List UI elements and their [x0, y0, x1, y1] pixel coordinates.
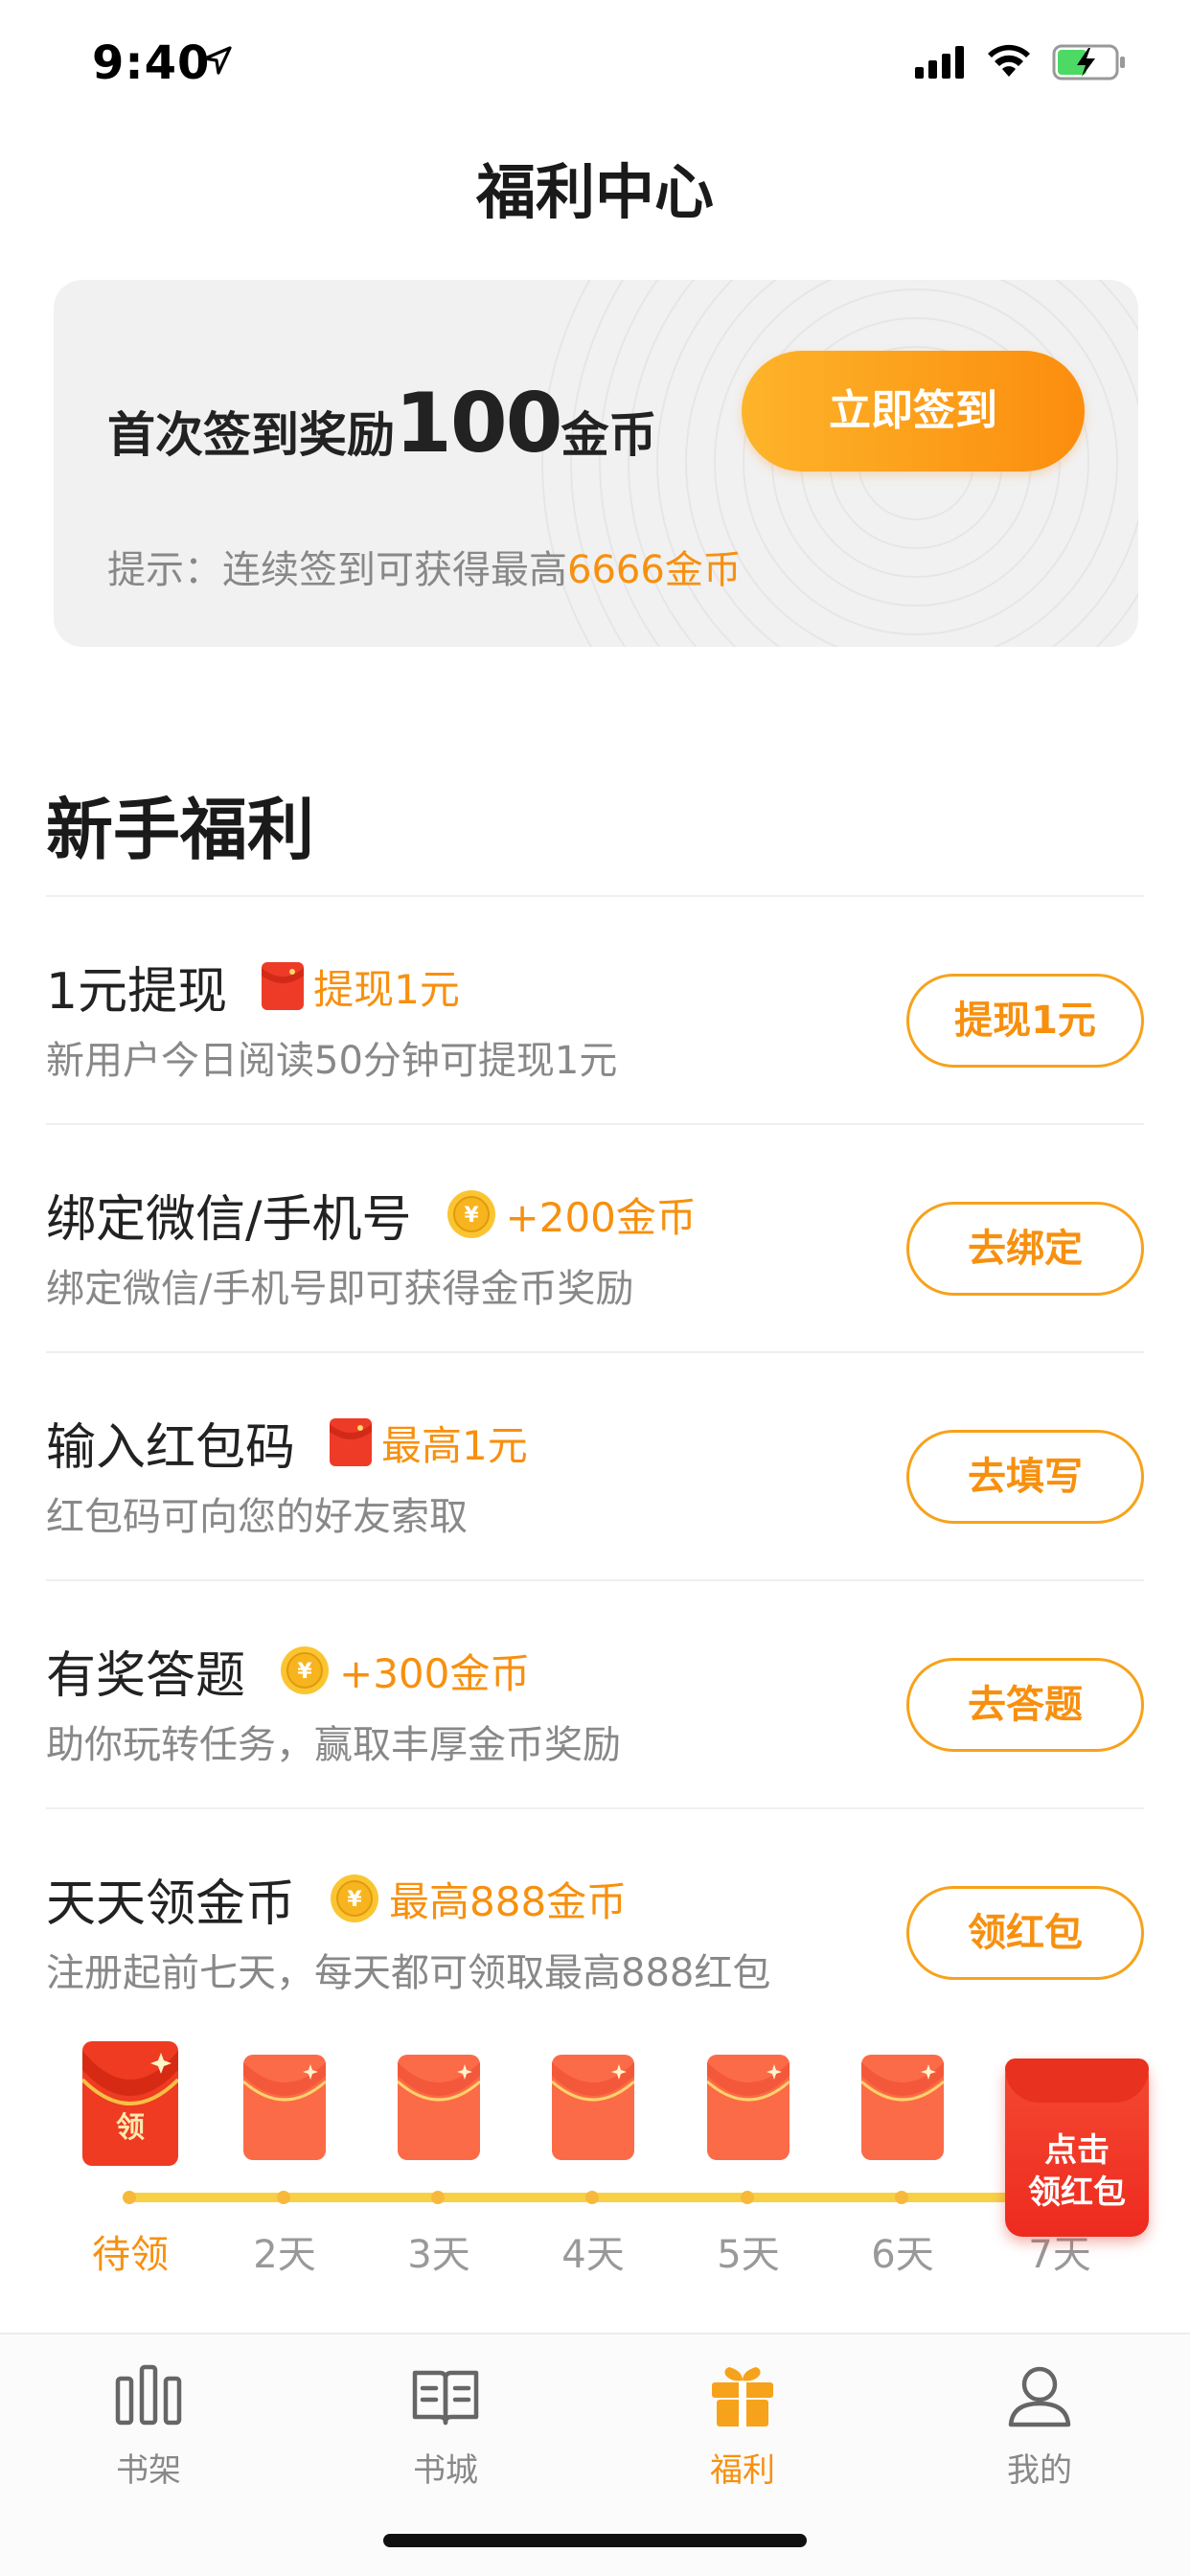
sign-in-tip-highlight: 6666金币 [567, 548, 742, 592]
red-envelope-icon [398, 2055, 480, 2160]
floating-red-packet-line1: 点击 [1044, 2131, 1110, 2170]
task-row: 天天领金币 ¥ 最高888金币 注册起前七天，每天都可领取最高888红包 领红包 [46, 1809, 1144, 2001]
day-label: 4天 [561, 2233, 625, 2277]
svg-text:¥: ¥ [347, 1888, 362, 1912]
day-dot [895, 2191, 908, 2204]
status-time: 9:40 [92, 36, 211, 90]
day-label: 3天 [407, 2233, 470, 2277]
day-label: 6天 [871, 2233, 934, 2277]
page-title: 福利中心 [475, 157, 714, 227]
tab-bookstore[interactable]: 书城 [350, 2361, 541, 2496]
enter-code-button[interactable]: 去填写 [906, 1430, 1144, 1524]
task-title: 1元提现 [46, 962, 228, 1021]
day-label: 待领 [92, 2233, 169, 2277]
task-subtitle: 红包码可向您的好友索取 [46, 1495, 468, 1539]
task-subtitle: 助你玩转任务，赢取丰厚金币奖励 [46, 1723, 621, 1767]
tab-label: 我的 [1007, 2451, 1072, 2490]
cellular-signal-icon [915, 46, 964, 79]
floating-red-packet-line2: 领红包 [1028, 2174, 1126, 2212]
task-row: 绑定微信/手机号 ¥ +200金币 绑定微信/手机号即可获得金币奖励 去绑定 [46, 1125, 1144, 1353]
day-dot [741, 2191, 754, 2204]
red-envelope-icon [330, 1418, 373, 1466]
red-envelope-icon [861, 2055, 944, 2160]
sign-in-headline-suffix: 金币 [561, 407, 657, 463]
coin-icon: ¥ [281, 1646, 330, 1694]
coin-icon: ¥ [446, 1190, 495, 1238]
task-subtitle: 注册起前七天，每天都可领取最高888红包 [46, 1951, 771, 1995]
tab-mine[interactable]: 我的 [944, 2361, 1135, 2496]
answer-quiz-button[interactable]: 去答题 [906, 1658, 1144, 1752]
sign-in-headline-prefix: 首次签到奖励 [107, 407, 395, 463]
day-dot [123, 2191, 136, 2204]
sign-in-tip-text: 提示：连续签到可获得最高 [107, 548, 567, 592]
day-dot [585, 2191, 599, 2204]
bookshelf-icon [115, 2364, 182, 2426]
withdraw-button[interactable]: 提现1元 [906, 974, 1144, 1068]
section-title: 新手福利 [46, 790, 314, 869]
book-open-icon [412, 2370, 479, 2426]
tab-bookshelf[interactable]: 书架 [53, 2361, 244, 2496]
red-packet-flap [1005, 2058, 1149, 2103]
floating-red-packet-button[interactable]: 点击 领红包 [1005, 2058, 1149, 2237]
tab-label: 福利 [710, 2451, 775, 2490]
battery-charging-icon [1052, 44, 1125, 80]
task-subtitle: 新用户今日阅读50分钟可提现1元 [46, 1039, 618, 1083]
wifi-icon [988, 44, 1030, 77]
location-arrow-icon [203, 46, 232, 75]
task-row: 1元提现 提现1元 新用户今日阅读50分钟可提现1元 提现1元 [46, 897, 1144, 1125]
task-title: 输入红包码 [46, 1418, 296, 1477]
tab-welfare[interactable]: 福利 [647, 2361, 838, 2496]
task-title: 有奖答题 [46, 1646, 246, 1705]
day-dot [431, 2191, 445, 2204]
bind-account-button[interactable]: 去绑定 [906, 1202, 1144, 1296]
svg-text:¥: ¥ [297, 1660, 312, 1684]
sign-in-card: 首次签到奖励100金币 立即签到 提示：连续签到可获得最高6666金币 [54, 280, 1138, 647]
task-reward: 最高1元 [381, 1421, 528, 1469]
coin-icon: ¥ [331, 1874, 379, 1922]
envelope-text: 领 [116, 2111, 145, 2145]
status-bar: 9:40 [0, 0, 1190, 125]
red-envelope-icon: 领 [82, 2041, 178, 2166]
task-title: 绑定微信/手机号 [46, 1190, 412, 1249]
sign-in-tip: 提示：连续签到可获得最高6666金币 [107, 539, 742, 594]
sign-in-reward-amount: 100 [395, 376, 563, 472]
tab-label: 书城 [413, 2451, 478, 2490]
tab-label: 书架 [116, 2451, 181, 2490]
day-label: 5天 [717, 2233, 780, 2277]
progress-line [130, 2193, 1088, 2202]
svg-text:¥: ¥ [464, 1204, 479, 1228]
sign-in-button[interactable]: 立即签到 [742, 351, 1085, 472]
red-envelope-icon [552, 2055, 634, 2160]
task-reward: 提现1元 [313, 965, 460, 1013]
person-icon [1008, 2366, 1071, 2427]
task-subtitle: 绑定微信/手机号即可获得金币奖励 [46, 1267, 634, 1311]
day-dot [277, 2191, 290, 2204]
home-indicator[interactable] [383, 2534, 807, 2547]
task-row: 输入红包码 最高1元 红包码可向您的好友索取 去填写 [46, 1353, 1144, 1581]
day-label: 2天 [253, 2233, 316, 2277]
floating-red-packet-text: 点击 领红包 [1005, 2129, 1149, 2214]
task-reward: +300金币 [339, 1649, 531, 1697]
task-row: 有奖答题 ¥ +300金币 助你玩转任务，赢取丰厚金币奖励 去答题 [46, 1581, 1144, 1809]
red-envelope-icon [243, 2055, 326, 2160]
sign-in-headline: 首次签到奖励100金币 [107, 376, 657, 472]
task-reward: 最高888金币 [389, 1877, 628, 1925]
task-title: 天天领金币 [46, 1874, 296, 1933]
claim-red-packet-button[interactable]: 领红包 [906, 1886, 1144, 1980]
task-reward: +200金币 [505, 1193, 697, 1241]
red-envelope-icon [707, 2055, 790, 2160]
gift-icon [712, 2367, 773, 2426]
red-envelope-icon [262, 962, 305, 1010]
